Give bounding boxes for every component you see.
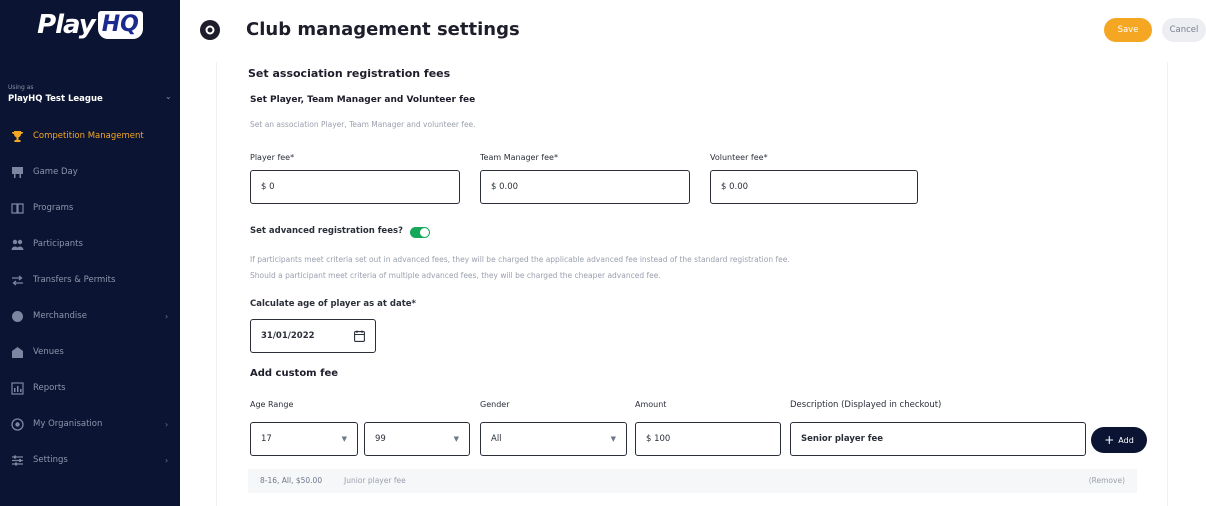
team-manager-fee-label: Team Manager fee* <box>480 153 558 162</box>
organisation-icon <box>10 417 24 431</box>
sidebar-item-programs[interactable]: Programs <box>0 190 180 226</box>
sidebar-nav: Competition Management Game Day Programs… <box>0 118 180 478</box>
amount-label: Amount <box>635 400 667 409</box>
settings-panel: Set association registration fees Set Pl… <box>216 62 1168 506</box>
team-manager-fee-input[interactable]: $ 0.00 <box>480 170 690 204</box>
age-from-value: 17 <box>261 434 272 444</box>
settings-icon <box>10 453 24 467</box>
reports-icon <box>10 381 24 395</box>
calendar-icon[interactable] <box>354 330 365 345</box>
logo-play-text: Play <box>37 10 96 40</box>
trophy-icon <box>10 129 24 143</box>
gender-select[interactable]: All ▼ <box>480 422 627 456</box>
page-header: Club management settings Save Cancel <box>180 0 1206 62</box>
section-title: Set association registration fees <box>248 67 451 80</box>
chevron-right-icon: › <box>165 419 169 429</box>
org-switcher[interactable]: PlayHQ Test League <box>8 94 103 104</box>
sidebar-item-competition-management[interactable]: Competition Management <box>0 118 180 154</box>
existing-fee-row: 8-16, All, $50.00 Junior player fee (Rem… <box>248 469 1137 493</box>
people-icon <box>10 237 24 251</box>
chevron-down-icon: ▼ <box>341 435 347 443</box>
fee-subtitle: Set Player, Team Manager and Volunteer f… <box>250 95 476 105</box>
volunteer-fee-label: Volunteer fee* <box>710 153 768 162</box>
chevron-right-icon: › <box>165 311 169 321</box>
sidebar-item-label: Venues <box>33 347 64 357</box>
transfer-icon <box>10 273 24 287</box>
toggle-knob <box>420 228 429 237</box>
add-fee-button[interactable]: + Add <box>1091 427 1147 453</box>
sidebar-item-label: Merchandise <box>33 311 87 321</box>
sidebar-item-participants[interactable]: Participants <box>0 226 180 262</box>
remove-fee-link[interactable]: (Remove) <box>1089 476 1125 485</box>
fee-description: Set an association Player, Team Manager … <box>250 120 476 129</box>
description-value: Senior player fee <box>801 434 883 444</box>
scoreboard-icon <box>10 165 24 179</box>
age-range-label: Age Range <box>250 400 294 409</box>
sidebar-item-label: Competition Management <box>33 131 144 141</box>
fee-summary: 8-16, All, $50.00 <box>260 476 323 485</box>
sidebar: Play HQ Using as PlayHQ Test League ⌄ Co… <box>0 0 180 506</box>
sidebar-item-settings[interactable]: Settings › <box>0 442 180 478</box>
using-as-label: Using as <box>8 84 34 91</box>
sidebar-item-label: Game Day <box>33 167 78 177</box>
sidebar-item-label: Transfers & Permits <box>33 275 116 285</box>
chevron-down-icon[interactable]: ⌄ <box>165 92 172 101</box>
playhq-logo[interactable]: Play HQ <box>0 0 180 50</box>
custom-fee-title: Add custom fee <box>250 368 339 379</box>
sidebar-item-label: Programs <box>33 203 74 213</box>
volunteer-fee-value: $ 0.00 <box>721 182 749 192</box>
sidebar-item-label: Participants <box>33 239 83 249</box>
advanced-fees-description: If participants meet criteria set out in… <box>250 255 790 264</box>
advanced-fees-toggle[interactable] <box>410 227 430 238</box>
sidebar-item-label: Reports <box>33 383 66 393</box>
age-date-input[interactable]: 31/01/2022 <box>250 319 376 353</box>
amount-value: $ 100 <box>646 434 671 444</box>
logo-hq-text: HQ <box>97 11 143 39</box>
advanced-fees-description-2: Should a participant meet criteria of mu… <box>250 271 661 280</box>
sidebar-item-game-day[interactable]: Game Day <box>0 154 180 190</box>
sidebar-item-label: My Organisation <box>33 419 103 429</box>
save-button[interactable]: Save <box>1104 18 1152 42</box>
sidebar-item-my-organisation[interactable]: My Organisation › <box>0 406 180 442</box>
description-label: Description (Displayed in checkout) <box>790 400 942 410</box>
advanced-fees-label: Set advanced registration fees? <box>250 226 403 236</box>
plus-icon: + <box>1104 433 1115 447</box>
merchandise-icon <box>10 309 24 323</box>
sidebar-item-reports[interactable]: Reports <box>0 370 180 406</box>
age-date-value: 31/01/2022 <box>261 331 315 341</box>
book-icon <box>10 201 24 215</box>
age-to-select[interactable]: 99 ▼ <box>364 422 470 456</box>
settings-gear-icon <box>200 20 220 40</box>
page-title: Club management settings <box>246 19 520 40</box>
gender-value: All <box>491 434 502 444</box>
age-to-value: 99 <box>375 434 386 444</box>
player-fee-value: $ 0 <box>261 182 275 192</box>
chevron-down-icon: ▼ <box>453 435 459 443</box>
sidebar-item-merchandise[interactable]: Merchandise › <box>0 298 180 334</box>
gender-label: Gender <box>480 400 510 409</box>
age-date-label: Calculate age of player as at date* <box>250 299 416 309</box>
age-from-select[interactable]: 17 ▼ <box>250 422 358 456</box>
fee-row-description: Junior player fee <box>344 476 406 485</box>
team-manager-fee-value: $ 0.00 <box>491 182 519 192</box>
chevron-right-icon: › <box>165 455 169 465</box>
venue-icon <box>10 345 24 359</box>
chevron-down-icon: ▼ <box>610 435 616 443</box>
description-input[interactable]: Senior player fee <box>790 422 1086 456</box>
add-fee-label: Add <box>1118 435 1134 445</box>
sidebar-item-label: Settings <box>33 455 68 465</box>
cancel-button[interactable]: Cancel <box>1162 18 1206 42</box>
player-fee-label: Player fee* <box>250 153 295 162</box>
amount-input[interactable]: $ 100 <box>635 422 781 456</box>
sidebar-item-transfers-permits[interactable]: Transfers & Permits <box>0 262 180 298</box>
volunteer-fee-input[interactable]: $ 0.00 <box>710 170 918 204</box>
player-fee-input[interactable]: $ 0 <box>250 170 460 204</box>
sidebar-item-venues[interactable]: Venues <box>0 334 180 370</box>
